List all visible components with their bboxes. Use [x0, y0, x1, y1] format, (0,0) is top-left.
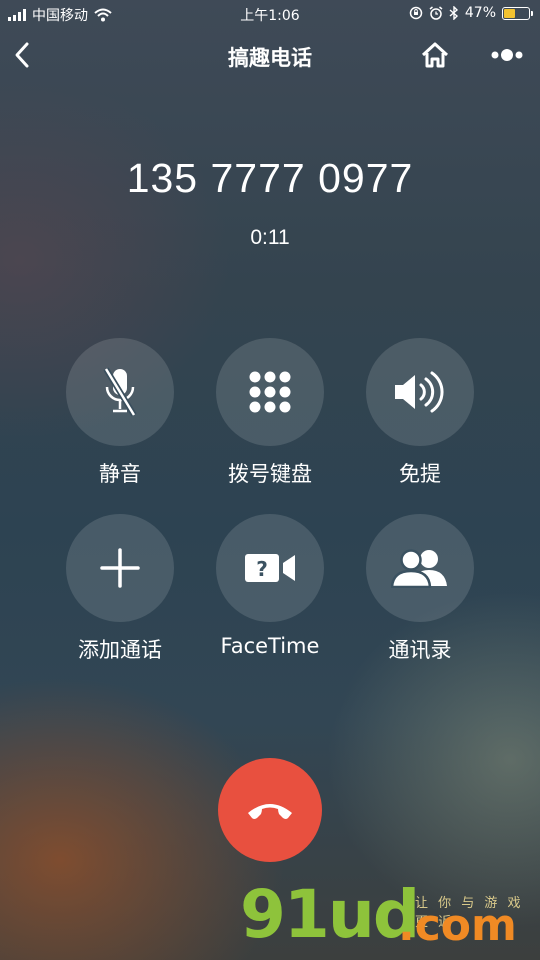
watermark-main: 91ud [240, 876, 420, 953]
facetime-label: FaceTime [220, 634, 320, 658]
battery-level [504, 8, 516, 18]
battery-percent: 47% [464, 5, 496, 21]
svg-text:?: ? [256, 557, 268, 581]
speaker-button-circle[interactable] [366, 338, 474, 446]
facetime-button[interactable]: ? FaceTime [195, 514, 345, 658]
orientation-lock-icon [409, 6, 423, 20]
speaker-label: 免提 [399, 462, 441, 486]
facetime-video-icon: ? [245, 554, 295, 582]
plus-icon [100, 548, 140, 588]
keypad-label: 拨号键盘 [228, 462, 312, 486]
end-call-phone-icon [248, 804, 292, 819]
keypad-button[interactable]: 拨号键盘 [195, 338, 345, 488]
contacts-button[interactable]: 通讯录 [345, 514, 495, 664]
mute-microphone-icon [103, 367, 137, 417]
watermark-suffix: .com [398, 900, 517, 951]
alarm-icon [429, 6, 443, 20]
mute-button[interactable]: 静音 [45, 338, 195, 488]
battery-icon [502, 6, 533, 20]
facetime-button-circle[interactable]: ? [216, 514, 324, 622]
contacts-icon [391, 549, 447, 588]
bluetooth-icon [449, 6, 458, 20]
status-bar-right: 47% [409, 5, 533, 21]
page-title: 搞趣电话 [228, 46, 312, 70]
home-icon[interactable] [420, 40, 450, 70]
call-duration: 0:11 [250, 226, 290, 249]
more-icon[interactable] [490, 42, 526, 68]
keypad-button-circle[interactable] [216, 338, 324, 446]
contacts-label: 通讯录 [388, 638, 452, 662]
phone-number: 135 7777 0977 [126, 155, 414, 201]
mute-label: 静音 [99, 462, 141, 486]
navigation-bar: 搞趣电话 [0, 32, 540, 78]
keypad-icon [249, 371, 291, 413]
add-call-button-circle[interactable] [66, 514, 174, 622]
watermark-logo: 91ud 让 你 与 游 戏 更 近 .com [240, 880, 530, 955]
end-call-button[interactable] [218, 758, 322, 862]
contacts-button-circle[interactable] [366, 514, 474, 622]
speaker-button[interactable]: 免提 [345, 338, 495, 488]
add-call-button[interactable]: 添加通话 [45, 514, 195, 664]
mute-button-circle[interactable] [66, 338, 174, 446]
status-bar: 中国移动 上午1:06 47% [0, 0, 540, 28]
speaker-icon [395, 371, 444, 413]
add-call-label: 添加通话 [78, 638, 162, 662]
